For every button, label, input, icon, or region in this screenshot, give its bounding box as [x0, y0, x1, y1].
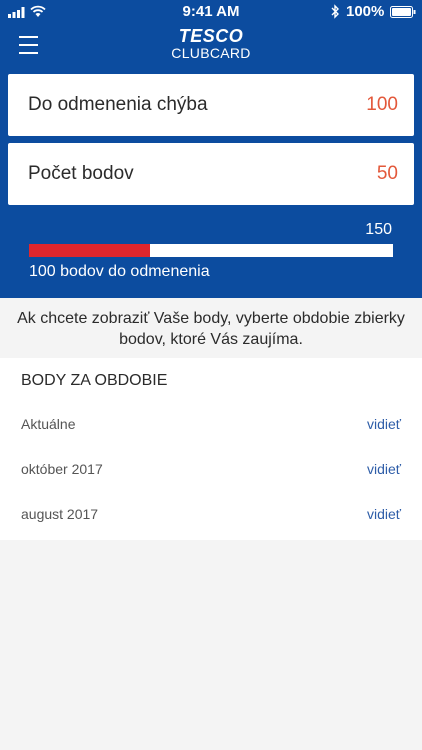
period-row[interactable]: august 2017 vidieť	[0, 494, 422, 539]
menu-icon[interactable]	[19, 36, 39, 54]
view-link[interactable]: vidieť	[367, 461, 401, 477]
battery-icon	[390, 6, 416, 18]
nav-bar: TESCO CLUBCARD	[0, 24, 422, 72]
progress-bar	[29, 244, 393, 257]
period-name: október 2017	[21, 461, 103, 477]
view-link[interactable]: vidieť	[367, 506, 401, 522]
tesco-clubcard-logo: TESCO CLUBCARD	[150, 26, 272, 66]
progress-max-label: 150	[365, 221, 392, 238]
logo-line2: CLUBCARD	[171, 45, 251, 61]
bluetooth-icon	[331, 4, 339, 19]
status-bar: 9:41 AM 100%	[0, 0, 422, 24]
points-count-card: Počet bodov 50	[8, 143, 414, 205]
period-row[interactable]: október 2017 vidieť	[0, 449, 422, 494]
progress-bar-fill	[29, 244, 151, 257]
progress-caption: 100 bodov do odmenenia	[29, 263, 210, 280]
periods-header: BODY ZA OBDOBIE	[21, 372, 168, 389]
info-text: Ak chcete zobraziť Vaše body, vyberte ob…	[0, 298, 422, 358]
missing-points-label: Do odmenenia chýba	[28, 94, 208, 115]
periods-list: BODY ZA OBDOBIE Aktuálne vidieť október …	[0, 358, 422, 540]
missing-points-value: 100	[366, 94, 398, 115]
period-name: august 2017	[21, 506, 99, 522]
battery-percent: 100%	[346, 3, 385, 20]
period-row[interactable]: Aktuálne vidieť	[0, 404, 422, 449]
view-link[interactable]: vidieť	[367, 416, 401, 432]
clubcard-points-screen: 9:41 AM 100% TESCO CLUBCARD Do odmenenia…	[0, 0, 422, 750]
period-name: Aktuálne	[21, 416, 76, 432]
header-area: 9:41 AM 100% TESCO CLUBCARD Do odmenenia…	[0, 0, 422, 298]
logo-line1: TESCO	[178, 26, 244, 46]
missing-points-card: Do odmenenia chýba 100	[8, 74, 414, 136]
points-count-label: Počet bodov	[28, 163, 134, 184]
points-count-value: 50	[376, 163, 398, 184]
